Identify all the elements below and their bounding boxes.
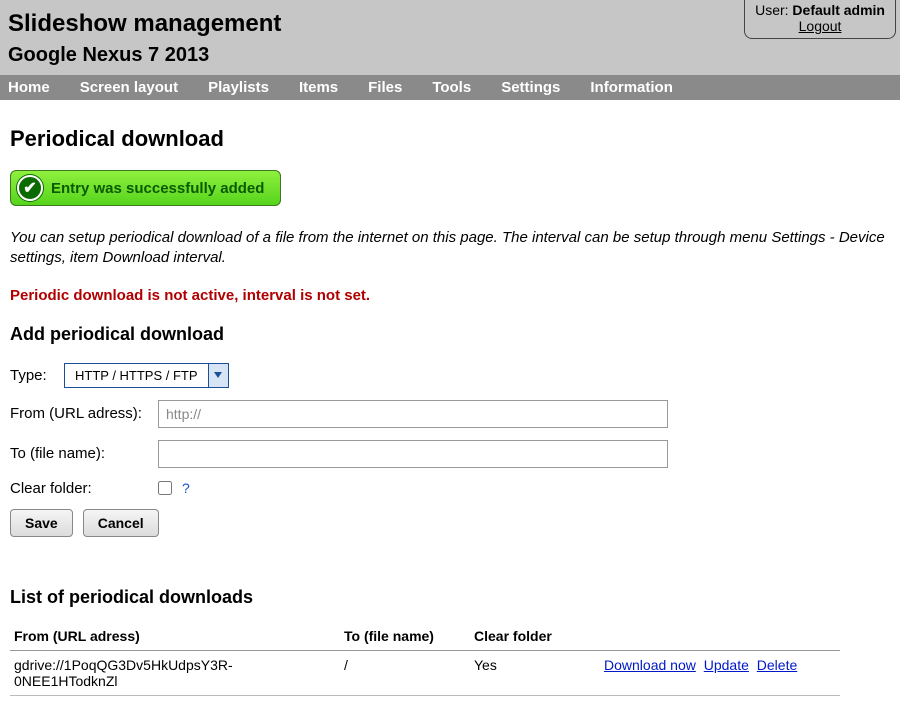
nav-items[interactable]: Items — [299, 79, 338, 96]
save-button[interactable]: Save — [10, 509, 73, 537]
nav-settings[interactable]: Settings — [501, 79, 560, 96]
device-title: Google Nexus 7 2013 — [8, 44, 892, 67]
nav-information[interactable]: Information — [590, 79, 673, 96]
type-label: Type: — [10, 367, 56, 384]
cell-actions: Download now Update Delete — [600, 650, 840, 695]
cell-to: / — [340, 650, 470, 695]
user-name: Default admin — [792, 2, 885, 18]
nav-files[interactable]: Files — [368, 79, 402, 96]
list-title: List of periodical downloads — [10, 587, 890, 608]
cell-from: gdrive://1PoqQG3Dv5HkUdpsY3R-0NEE1HTodkn… — [10, 650, 340, 695]
download-now-link[interactable]: Download now — [604, 657, 696, 673]
logout-link[interactable]: Logout — [755, 18, 885, 34]
downloads-table: From (URL adress) To (file name) Clear f… — [10, 622, 840, 696]
clear-folder-checkbox[interactable] — [158, 481, 172, 495]
col-clear: Clear folder — [470, 622, 600, 651]
from-label: From (URL adress): — [10, 405, 150, 422]
col-to: To (file name) — [340, 622, 470, 651]
delete-link[interactable]: Delete — [757, 657, 797, 673]
user-label: User: — [755, 2, 788, 18]
user-box: User: Default admin Logout — [744, 0, 896, 39]
to-filename-input[interactable] — [158, 440, 668, 468]
type-select[interactable]: HTTP / HTTPS / FTP — [64, 363, 229, 388]
main-nav: Home Screen layout Playlists Items Files… — [0, 75, 900, 100]
success-banner: ✔ Entry was successfully added — [10, 170, 281, 206]
nav-playlists[interactable]: Playlists — [208, 79, 269, 96]
add-section-title: Add periodical download — [10, 324, 890, 345]
nav-tools[interactable]: Tools — [432, 79, 471, 96]
col-from: From (URL adress) — [10, 622, 340, 651]
clear-folder-label: Clear folder: — [10, 480, 150, 497]
success-text: Entry was successfully added — [51, 180, 264, 197]
help-icon[interactable]: ? — [182, 480, 190, 496]
col-actions — [600, 622, 840, 651]
page-title: Periodical download — [10, 126, 890, 152]
nav-screen-layout[interactable]: Screen layout — [80, 79, 178, 96]
warning-text: Periodic download is not active, interva… — [10, 287, 890, 304]
cancel-button[interactable]: Cancel — [83, 509, 159, 537]
check-icon: ✔ — [17, 175, 43, 201]
update-link[interactable]: Update — [704, 657, 749, 673]
chevron-down-icon[interactable] — [208, 364, 228, 387]
from-url-input[interactable] — [158, 400, 668, 428]
to-label: To (file name): — [10, 445, 150, 462]
intro-text: You can setup periodical download of a f… — [10, 228, 890, 269]
type-selected-value: HTTP / HTTPS / FTP — [65, 364, 208, 387]
cell-clear: Yes — [470, 650, 600, 695]
nav-home[interactable]: Home — [8, 79, 50, 96]
table-row: gdrive://1PoqQG3Dv5HkUdpsY3R-0NEE1HTodkn… — [10, 650, 840, 695]
